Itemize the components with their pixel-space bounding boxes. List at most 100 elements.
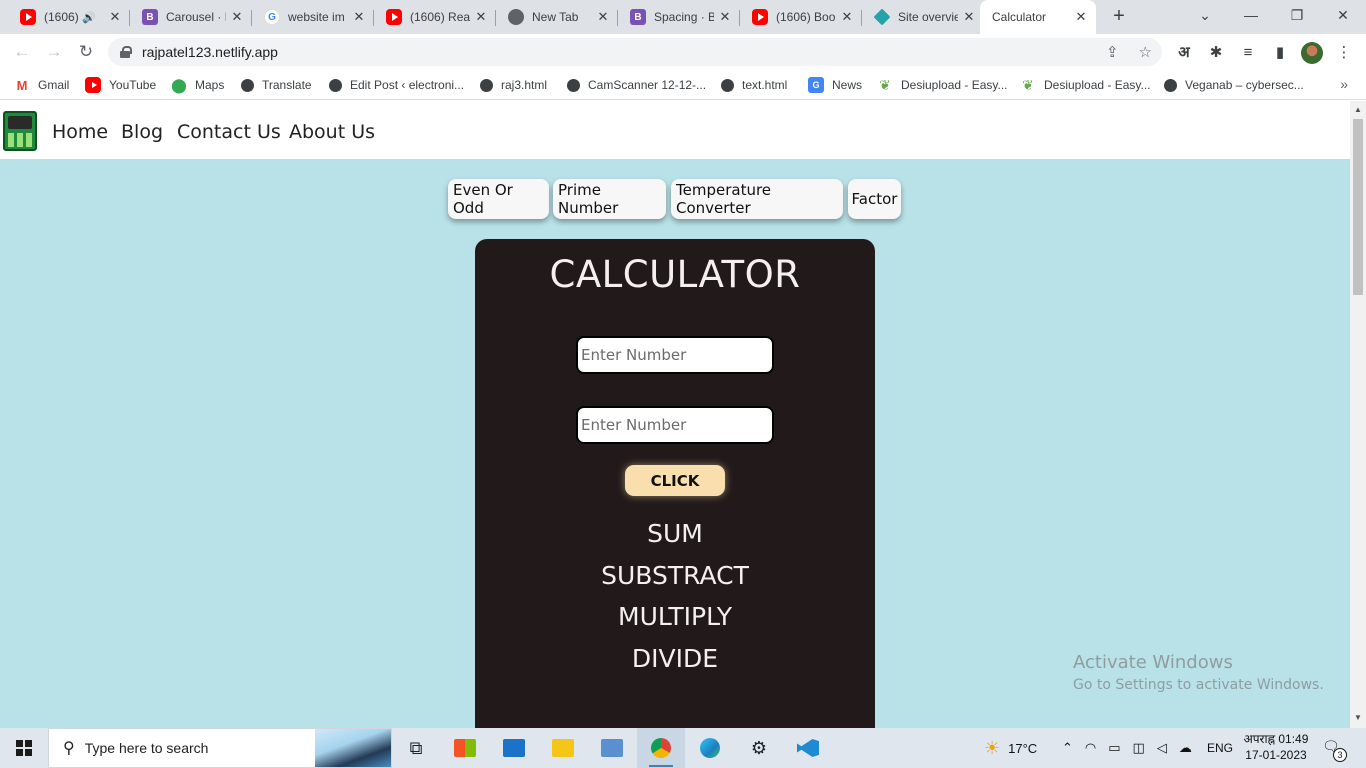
nav-about-link[interactable]: About Us <box>289 121 375 143</box>
microsoft-store-icon[interactable] <box>441 728 489 768</box>
close-tab-icon[interactable]: ✕ <box>352 9 366 25</box>
scroll-down-arrow-icon[interactable]: ▼ <box>1354 713 1362 722</box>
task-view-icon[interactable]: ⧉ <box>392 728 440 768</box>
taskbar-search-box[interactable]: ⚲ Type here to search <box>48 728 392 768</box>
bookmark-star-icon[interactable]: ☆ <box>1139 43 1152 61</box>
browser-tab[interactable]: B Carousel · B ✕ <box>130 2 252 32</box>
tab-search-chevron-icon[interactable]: ⌄ <box>1182 0 1228 30</box>
restore-button[interactable]: ❐ <box>1274 0 1320 30</box>
close-tab-icon[interactable]: ✕ <box>1074 9 1088 25</box>
calculator-title: CALCULATOR <box>549 253 801 296</box>
edge-icon[interactable] <box>686 728 734 768</box>
tray-chevron-up-icon[interactable]: ⌃ <box>1062 740 1073 756</box>
bookmark-item[interactable]: YouTube <box>85 76 156 94</box>
browser-tab[interactable]: New Tab ✕ <box>496 2 618 32</box>
browser-tab[interactable]: (1606) Rea ✕ <box>374 2 496 32</box>
bookmark-item[interactable]: ❦ Desiupload - Easy... <box>877 76 1007 94</box>
extensions-puzzle-icon[interactable]: ✱ <box>1204 40 1228 64</box>
nav-contact-link[interactable]: Contact Us <box>177 121 281 143</box>
new-tab-button[interactable]: + <box>1106 5 1132 29</box>
close-tab-icon[interactable]: ✕ <box>474 9 488 25</box>
tab-title: Calculator <box>992 10 1047 24</box>
tab-title: website im <box>288 10 345 24</box>
close-tab-icon[interactable]: ✕ <box>230 9 244 25</box>
browser-tab[interactable]: G website im ✕ <box>252 2 374 32</box>
site-logo[interactable] <box>3 111 37 151</box>
browser-tab[interactable]: B Spacing · B ✕ <box>618 2 740 32</box>
first-number-input[interactable] <box>576 336 774 374</box>
bookmark-item[interactable]: CamScanner 12-12-... <box>567 76 706 94</box>
minimize-button[interactable]: — <box>1228 0 1274 30</box>
browser-tab[interactable]: Site overvie ✕ <box>862 2 984 32</box>
bookmark-item[interactable]: Translate <box>241 76 312 94</box>
chrome-icon <box>508 9 524 25</box>
prime-number-button[interactable]: Prime Number <box>553 179 666 219</box>
url-text[interactable]: rajpatel123.netlify.app <box>142 44 278 60</box>
file-explorer-icon[interactable] <box>539 728 587 768</box>
taskbar-clock[interactable]: अपराह्न 01:49 17-01-2023 <box>1240 731 1312 763</box>
bookmarks-overflow-chevron-icon[interactable]: » <box>1340 76 1348 92</box>
factor-button[interactable]: Factor <box>848 179 901 219</box>
nav-home-link[interactable]: Home <box>52 121 108 143</box>
weather-widget[interactable]: ☀ 17°C <box>984 728 1037 768</box>
share-icon[interactable]: ⇪ <box>1106 43 1119 61</box>
scrollbar-thumb[interactable] <box>1353 119 1363 295</box>
bookmark-item[interactable]: M Gmail <box>14 76 70 94</box>
bookmark-label: Maps <box>195 78 225 92</box>
bookmark-item[interactable]: Veganab – cybersec... <box>1164 76 1304 94</box>
media-queue-icon[interactable]: ≡ <box>1236 40 1260 64</box>
page-scrollbar[interactable]: ▲ ▼ <box>1350 101 1366 728</box>
input-language-indicator[interactable]: ENG <box>1207 728 1233 768</box>
mail-icon[interactable] <box>490 728 538 768</box>
globe-icon <box>567 78 580 92</box>
nav-blog-link[interactable]: Blog <box>121 121 163 143</box>
close-tab-icon[interactable]: ✕ <box>962 9 976 25</box>
bookmark-item[interactable]: ❦ Desiupload - Easy... <box>1020 76 1150 94</box>
close-tab-icon[interactable]: ✕ <box>718 9 732 25</box>
youtube-icon <box>386 9 402 25</box>
close-tab-icon[interactable]: ✕ <box>596 9 610 25</box>
close-tab-icon[interactable]: ✕ <box>840 9 854 25</box>
settings-gear-icon[interactable]: ⚙ <box>735 728 783 768</box>
reload-icon[interactable]: ↻ <box>74 40 98 64</box>
address-bar[interactable]: rajpatel123.netlify.app ⇪ ☆ <box>108 38 1162 66</box>
start-button[interactable] <box>0 728 48 768</box>
side-panel-icon[interactable]: ▮ <box>1268 40 1292 64</box>
vscode-icon[interactable] <box>784 728 832 768</box>
forward-arrow-icon[interactable]: → <box>42 40 66 64</box>
onedrive-cloud-icon[interactable]: ☁ <box>1179 740 1192 756</box>
bookmark-item[interactable]: Edit Post ‹ electroni... <box>329 76 464 94</box>
browser-tab[interactable]: (1606) Boo ✕ <box>740 2 862 32</box>
tab-strip: (1606) 🔊 ✕ B Carousel · B ✕ G website im… <box>0 0 1366 34</box>
menu-kebab-icon[interactable]: ⋮ <box>1332 40 1356 64</box>
globe-icon <box>241 78 254 92</box>
this-pc-icon[interactable] <box>588 728 636 768</box>
bookmark-item[interactable]: raj3.html <box>480 76 547 94</box>
lock-icon[interactable] <box>120 46 132 58</box>
bookmark-item[interactable]: G News <box>808 76 862 94</box>
browser-tab[interactable]: (1606) 🔊 ✕ <box>8 2 130 32</box>
speaker-icon[interactable]: 🔊 <box>82 11 96 24</box>
network-icon[interactable]: ◠ <box>1085 740 1096 756</box>
profile-avatar[interactable] <box>1301 42 1323 64</box>
scroll-up-arrow-icon[interactable]: ▲ <box>1354 105 1362 114</box>
close-window-button[interactable]: ✕ <box>1320 0 1366 30</box>
translate-lang-button[interactable]: अ <box>1172 40 1196 64</box>
back-arrow-icon[interactable]: ← <box>10 40 34 64</box>
bookmark-item[interactable]: text.html <box>721 76 787 94</box>
battery-icon[interactable]: ▭ <box>1108 740 1120 756</box>
browser-tab-active[interactable]: ▦ Calculator ✕ <box>980 0 1096 34</box>
watermark-subtitle: Go to Settings to activate Windows. <box>1073 677 1324 693</box>
tab-title: (1606) <box>44 10 79 24</box>
volume-icon[interactable]: ◁ <box>1157 740 1167 756</box>
click-button[interactable]: CLICK <box>625 465 725 496</box>
bookmark-item[interactable]: ⬤ Maps <box>171 76 224 94</box>
camera-icon[interactable]: ◫ <box>1133 740 1145 756</box>
browser-toolbar: ← → ↻ rajpatel123.netlify.app ⇪ ☆ अ ✱ ≡ … <box>0 34 1366 70</box>
close-tab-icon[interactable]: ✕ <box>108 9 122 25</box>
page-content: Home Blog Contact Us About Us Even Or Od… <box>0 101 1350 728</box>
temperature-converter-button[interactable]: Temperature Converter <box>671 179 843 219</box>
chrome-taskbar-icon[interactable] <box>637 728 685 768</box>
even-odd-button[interactable]: Even Or Odd <box>448 179 549 219</box>
second-number-input[interactable] <box>576 406 774 444</box>
